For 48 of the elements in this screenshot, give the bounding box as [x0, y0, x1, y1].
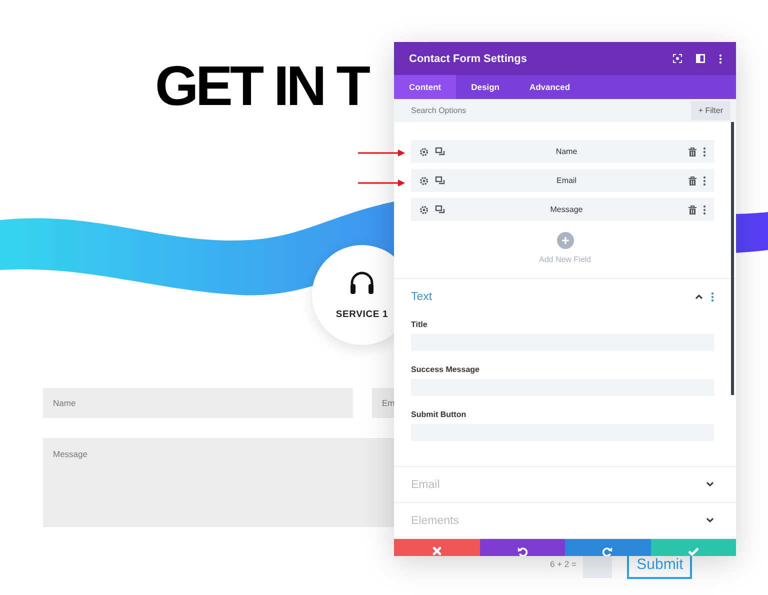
headphones-icon [349, 270, 375, 294]
captcha-question: 6 + 2 = [550, 559, 576, 569]
split-view-icon[interactable] [696, 54, 705, 63]
check-icon [688, 546, 699, 556]
undo-button[interactable] [480, 539, 565, 556]
undo-icon [516, 546, 528, 556]
redo-icon [602, 546, 614, 556]
option-label: Submit Button [411, 410, 468, 419]
service-label: SERVICE 1 [336, 308, 388, 320]
panel-title: Contact Form Settings [409, 52, 528, 64]
search-field[interactable]: Search Options [411, 106, 521, 115]
caret-down-icon[interactable] [706, 482, 714, 487]
discard-button[interactable] [394, 539, 480, 556]
more-icon[interactable] [703, 204, 706, 214]
gear-icon[interactable] [419, 146, 429, 156]
add-field-button[interactable] [556, 232, 574, 249]
duplicate-icon[interactable] [435, 204, 445, 214]
scrollbar[interactable] [731, 122, 734, 395]
panel-tab[interactable]: Content [394, 75, 456, 99]
more-icon[interactable] [711, 292, 714, 302]
redo-button[interactable] [565, 539, 650, 556]
form-field-item[interactable]: Name [411, 140, 714, 163]
close-icon [432, 546, 442, 556]
more-icon[interactable] [719, 54, 722, 64]
trash-icon[interactable] [688, 204, 697, 214]
caret-up-icon[interactable] [695, 294, 703, 299]
filter-button[interactable]: + Filter [691, 101, 730, 120]
trash-icon[interactable] [688, 146, 697, 156]
option-label: Success Message [411, 365, 480, 374]
name-field[interactable]: Name [43, 388, 353, 418]
form-field-item[interactable]: Message [411, 198, 714, 221]
option-label: Title [411, 320, 428, 329]
section-title[interactable]: Text [411, 290, 687, 302]
form-field-item[interactable]: Email [411, 169, 714, 192]
caret-down-icon[interactable] [706, 518, 714, 523]
more-icon[interactable] [703, 176, 706, 186]
more-icon[interactable] [703, 146, 706, 156]
panel-tab[interactable]: Advanced [514, 75, 586, 99]
plus-icon [562, 237, 568, 244]
gear-icon[interactable] [419, 204, 429, 214]
panel-tab[interactable]: Design [456, 75, 514, 99]
fullscreen-icon[interactable] [673, 54, 682, 63]
gear-icon[interactable] [419, 176, 429, 186]
page-heading: GET IN T [155, 55, 368, 117]
trash-icon[interactable] [688, 176, 697, 186]
duplicate-icon[interactable] [435, 176, 445, 186]
add-field-label: Add New Field [538, 255, 592, 264]
duplicate-icon[interactable] [435, 146, 445, 156]
